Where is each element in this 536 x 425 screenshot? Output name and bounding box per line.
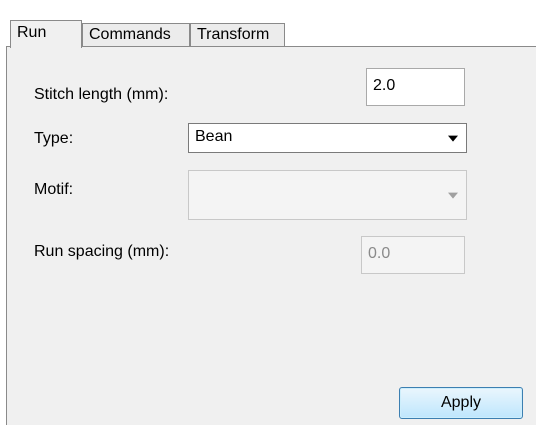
chevron-down-icon — [448, 135, 458, 142]
apply-button[interactable]: Apply — [399, 387, 523, 419]
tab-run-label: Run — [17, 24, 47, 41]
run-spacing-input[interactable]: 0.0 — [361, 236, 465, 274]
run-spacing-label: Run spacing (mm): — [34, 243, 170, 260]
stitch-length-label: Stitch length (mm): — [34, 86, 169, 103]
run-spacing-value: 0.0 — [368, 245, 391, 262]
tab-commands-label: Commands — [89, 26, 171, 43]
type-label: Type: — [34, 130, 74, 147]
motif-label: Motif: — [34, 181, 74, 198]
tab-transform[interactable]: Transform — [190, 23, 285, 47]
tab-transform-label: Transform — [197, 26, 270, 43]
apply-button-label: Apply — [440, 394, 482, 411]
tab-commands[interactable]: Commands — [82, 23, 190, 47]
tab-run[interactable]: Run — [10, 20, 82, 48]
stitch-length-value: 2.0 — [373, 77, 396, 94]
type-dropdown[interactable]: Bean — [188, 123, 467, 153]
run-properties-dialog: Run Commands Transform Stitch length (mm… — [0, 0, 536, 425]
chevron-down-icon — [448, 192, 458, 199]
type-dropdown-value: Bean — [195, 128, 233, 145]
stitch-length-input[interactable]: 2.0 — [366, 68, 465, 106]
motif-dropdown[interactable] — [188, 170, 467, 220]
